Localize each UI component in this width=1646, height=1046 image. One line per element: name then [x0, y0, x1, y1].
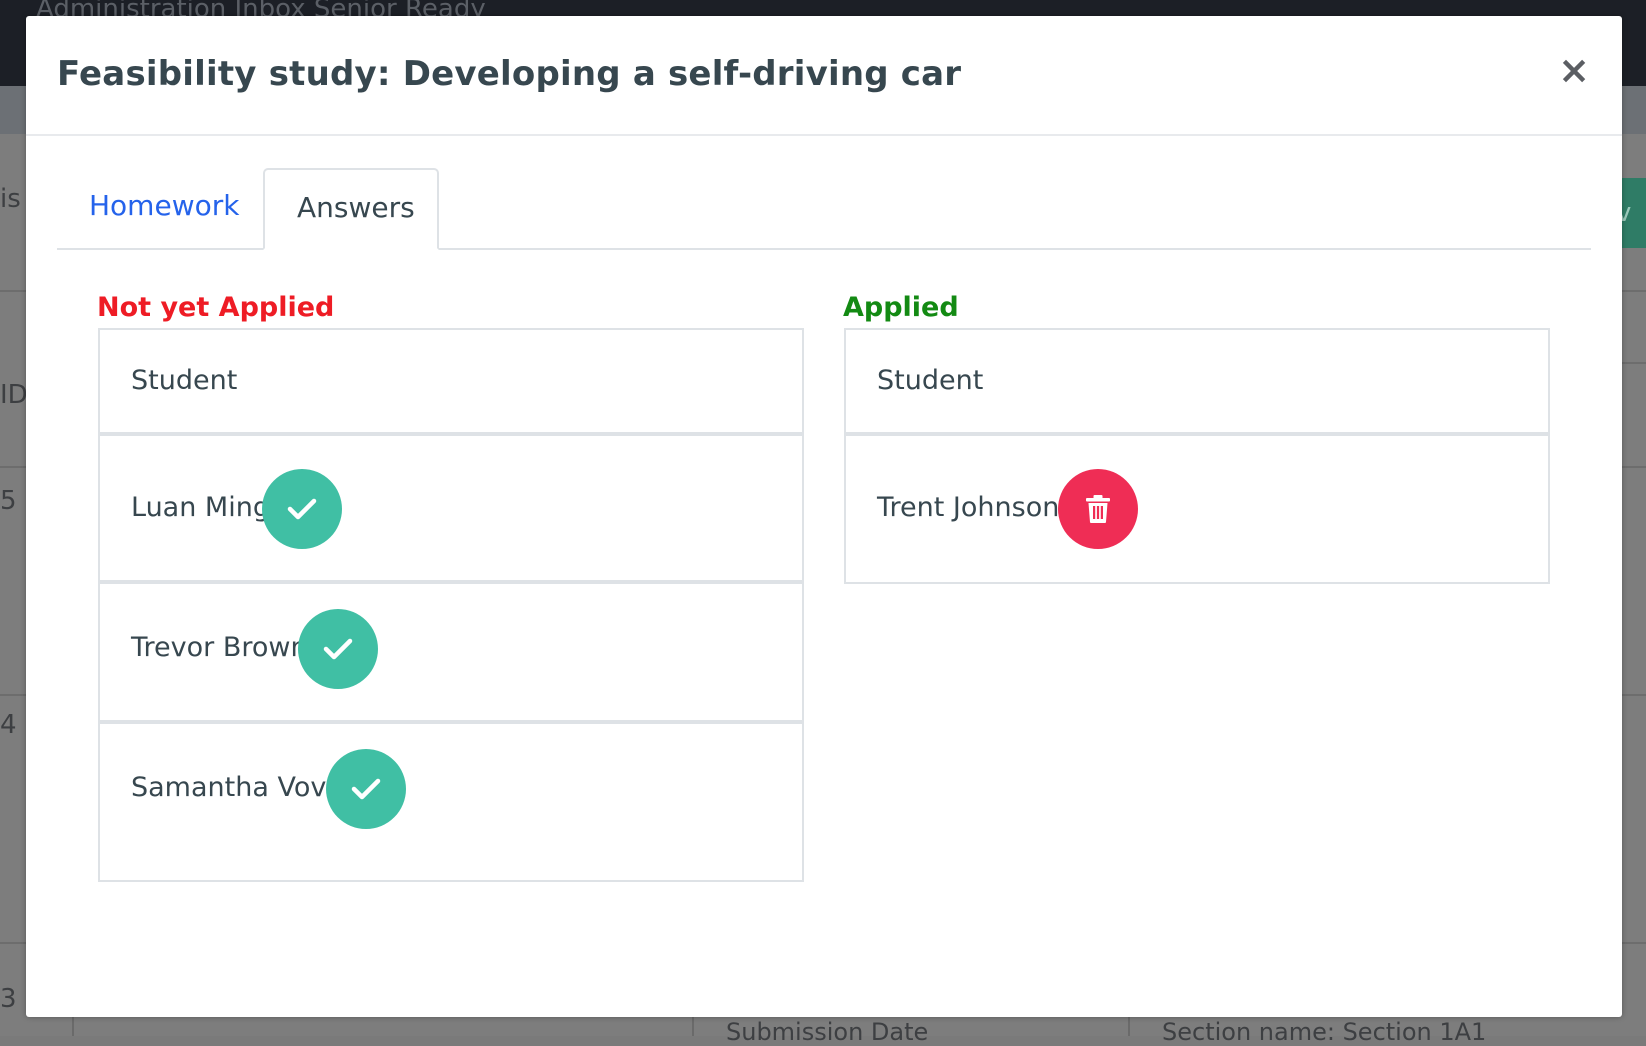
modal-tabs: Homework Answers [57, 168, 1591, 250]
table-row: Luan Ming [100, 436, 802, 584]
background-column-fragment: ID [0, 380, 28, 410]
background-heading-fragment: is [0, 184, 21, 214]
background-divider [0, 466, 26, 468]
background-divider [1622, 694, 1646, 696]
background-divider [72, 1016, 74, 1036]
table-row: Samantha Vovo [100, 716, 802, 864]
student-name: Samantha Vovo [131, 772, 343, 803]
apply-button[interactable] [326, 749, 406, 829]
check-icon [287, 498, 317, 520]
background-column-label: Section name: Section 1A1 [1162, 1018, 1487, 1046]
modal-title: Feasibility study: Developing a self-dri… [57, 54, 962, 94]
background-divider [0, 942, 26, 944]
trash-icon [1086, 495, 1110, 523]
background-divider [692, 1016, 694, 1036]
applied-table: Student Trent Johnson [844, 328, 1550, 584]
background-row-fragment: 3 [0, 984, 17, 1014]
background-divider [0, 694, 26, 696]
tab-homework[interactable]: Homework [57, 168, 271, 248]
student-name: Luan Ming [131, 492, 270, 523]
background-divider [1622, 290, 1646, 292]
background-divider [1128, 1016, 1130, 1036]
student-name: Trevor Brown [131, 632, 308, 663]
background-divider [1622, 362, 1646, 364]
background-row-fragment: 4 [0, 710, 17, 740]
table-header-student: Student [100, 330, 802, 436]
background-divider [1622, 466, 1646, 468]
background-divider [1622, 942, 1646, 944]
answers-modal: Feasibility study: Developing a self-dri… [26, 16, 1622, 1017]
modal-header: Feasibility study: Developing a self-dri… [26, 16, 1622, 136]
not-applied-label: Not yet Applied [97, 292, 335, 323]
student-name: Trent Johnson [877, 492, 1060, 523]
background-column-label: Submission Date [726, 1018, 929, 1046]
table-header-student: Student [846, 330, 1548, 436]
apply-button[interactable] [262, 469, 342, 549]
tab-answers[interactable]: Answers [263, 168, 439, 250]
check-icon [323, 638, 353, 660]
table-row: Trent Johnson [846, 436, 1548, 584]
applied-label: Applied [843, 292, 959, 323]
check-icon [351, 778, 381, 800]
table-row: Trevor Brown [100, 576, 802, 724]
background-row-fragment: 5 [0, 486, 17, 516]
apply-button[interactable] [298, 609, 378, 689]
remove-button[interactable] [1058, 469, 1138, 549]
close-icon[interactable]: × [1554, 50, 1594, 90]
not-applied-table: Student Luan Ming Trevor Brown Samantha … [98, 328, 804, 882]
background-divider [0, 290, 26, 292]
